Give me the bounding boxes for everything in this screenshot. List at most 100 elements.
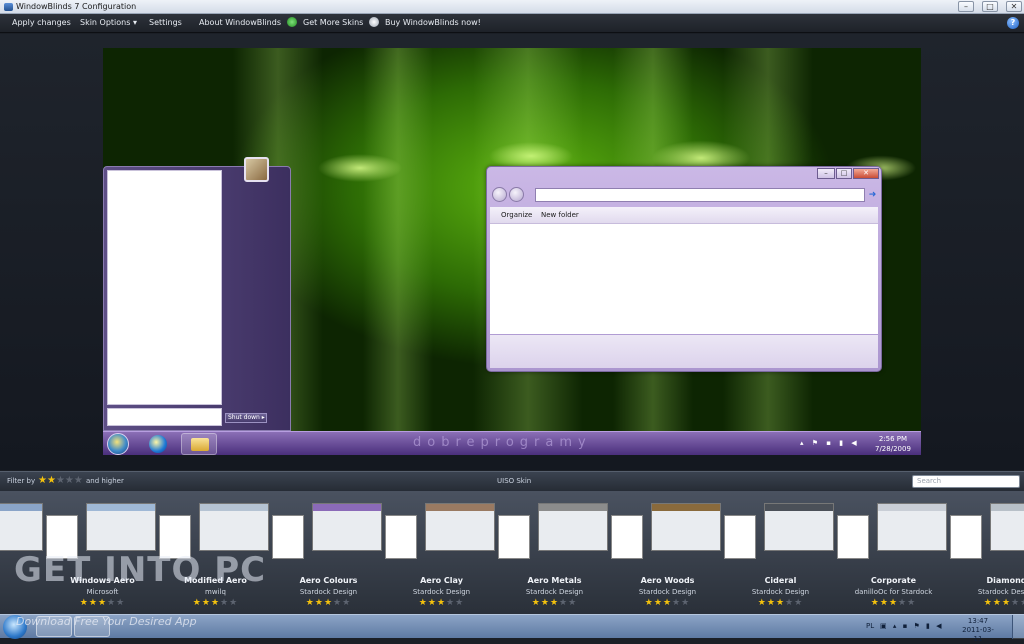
skin-name: Aero Metals bbox=[527, 576, 582, 585]
shutdown-label: Shut down bbox=[228, 414, 260, 421]
preview-maximize-button: □ bbox=[836, 168, 852, 179]
close-button[interactable]: ✕ bbox=[1006, 1, 1022, 12]
explorer-taskbar-button bbox=[181, 433, 217, 455]
skin-card[interactable]: Aero Colours Stardock Design ★★★★★ bbox=[272, 491, 385, 614]
skin-thumbnail-menu bbox=[272, 515, 304, 559]
preview-start-menu: Shut down ▸ bbox=[103, 157, 291, 431]
skin-thumbnail-menu bbox=[950, 515, 982, 559]
star-filled-icon: ★ bbox=[983, 598, 993, 608]
skin-author: Stardock Design bbox=[638, 588, 697, 596]
skin-rating: ★★★★★ bbox=[272, 598, 385, 608]
skin-options-label: Skin Options bbox=[80, 18, 131, 27]
preview-minimize-button: – bbox=[817, 168, 835, 179]
language-indicator[interactable]: PL bbox=[866, 622, 874, 630]
skin-thumbnail-window bbox=[425, 503, 495, 551]
skin-rating: ★★★★★ bbox=[498, 598, 611, 608]
star-empty-icon: ★ bbox=[794, 598, 804, 608]
star-empty-icon: ★ bbox=[220, 598, 230, 608]
settings-menu[interactable]: Settings bbox=[149, 18, 182, 27]
star-empty-icon: ★ bbox=[229, 598, 239, 608]
skin-author: Stardock Design bbox=[977, 588, 1024, 596]
skin-author: Stardock Design bbox=[525, 588, 584, 596]
get-more-skins-button[interactable]: Get More Skins bbox=[303, 18, 363, 27]
back-arrow-icon bbox=[492, 187, 507, 202]
star-empty-icon: ★ bbox=[898, 598, 908, 608]
star-empty-icon: ★ bbox=[568, 598, 578, 608]
help-icon[interactable]: ? bbox=[1007, 17, 1019, 29]
os-clock[interactable]: 13:47 2011-03-11 bbox=[958, 617, 998, 644]
skin-author: Stardock Design bbox=[412, 588, 471, 596]
star-empty-icon: ★ bbox=[1011, 598, 1021, 608]
skin-thumbnail-window bbox=[0, 503, 43, 551]
star-filled-icon: ★ bbox=[418, 598, 428, 608]
skin-thumbnail-titlebar bbox=[765, 504, 833, 511]
star-filled-icon: ★ bbox=[305, 598, 315, 608]
star-filled-icon: ★ bbox=[644, 598, 654, 608]
skin-thumbnail-menu bbox=[498, 515, 530, 559]
skin-thumbnail-window bbox=[538, 503, 608, 551]
buy-button[interactable]: Buy WindowBlinds now! bbox=[385, 18, 481, 27]
skin-thumbnail-titlebar bbox=[652, 504, 720, 511]
skin-thumbnail-window bbox=[651, 503, 721, 551]
skin-card[interactable]: Diamond Stardock Design ★★★★★ bbox=[950, 491, 1024, 614]
apply-changes-button[interactable]: Apply changes bbox=[12, 18, 71, 27]
about-menu[interactable]: About WindowBlinds bbox=[199, 18, 281, 27]
selected-skin-title: UISO Skin bbox=[497, 477, 532, 485]
title-bar: WindowBlinds 7 Configuration – □ ✕ bbox=[0, 0, 1024, 14]
skin-thumbnail-menu bbox=[837, 515, 869, 559]
shutdown-button: Shut down ▸ bbox=[225, 413, 267, 423]
skin-search-input[interactable]: Search bbox=[912, 475, 1020, 488]
skin-card[interactable]: Cideral Stardock Design ★★★★★ bbox=[724, 491, 837, 614]
rating-filter[interactable]: ★★★★★ bbox=[38, 475, 83, 486]
star-filled-icon: ★ bbox=[201, 598, 211, 608]
star-filled-icon: ★ bbox=[323, 598, 334, 608]
preview-explorer-window: – □ ✕ ➜ Organize New folder bbox=[486, 166, 882, 372]
os-tray-icons[interactable]: ▣ ▴ ▪ ⚑ ▮ ◀ bbox=[880, 622, 944, 630]
show-desktop-button[interactable] bbox=[1012, 615, 1024, 639]
skin-thumbnail-titlebar bbox=[539, 504, 607, 511]
folder-icon bbox=[191, 438, 209, 451]
globe-icon bbox=[287, 17, 297, 27]
minimize-button[interactable]: – bbox=[958, 1, 974, 12]
go-arrow-icon: ➜ bbox=[868, 190, 877, 200]
wallpaper-pillar bbox=[363, 48, 433, 455]
star-filled-icon: ★ bbox=[79, 598, 89, 608]
skin-rating: ★★★★★ bbox=[611, 598, 724, 608]
skin-options-menu[interactable]: Skin Options ▾ bbox=[80, 18, 137, 27]
skin-thumbnail-window bbox=[990, 503, 1024, 551]
address-bar bbox=[535, 188, 865, 202]
star-filled-icon: ★ bbox=[992, 598, 1002, 608]
os-date: 2011-03-11 bbox=[962, 626, 994, 643]
star-filled-icon: ★ bbox=[1001, 598, 1012, 608]
star-filled-icon: ★ bbox=[46, 475, 56, 486]
star-empty-icon: ★ bbox=[116, 598, 126, 608]
tray-icons: ▴ ⚑ ▪ ▮ ◀ bbox=[800, 439, 860, 447]
skin-rating: ★★★★★ bbox=[724, 598, 837, 608]
skin-thumbnail-window bbox=[877, 503, 947, 551]
skin-card[interactable]: Aero Woods Stardock Design ★★★★★ bbox=[611, 491, 724, 614]
star-empty-icon: ★ bbox=[672, 598, 682, 608]
skin-card[interactable]: Corporate danilloOc for Stardock ★★★★★ bbox=[837, 491, 950, 614]
window-title: WindowBlinds 7 Configuration bbox=[16, 2, 137, 11]
filter-bar: Filter by ★★★★★ and higher UISO Skin Sea… bbox=[0, 471, 1024, 491]
skin-card[interactable]: Aero Clay Stardock Design ★★★★★ bbox=[385, 491, 498, 614]
star-filled-icon: ★ bbox=[210, 598, 221, 608]
star-filled-icon: ★ bbox=[314, 598, 324, 608]
skin-thumbnail-window bbox=[86, 503, 156, 551]
star-empty-icon: ★ bbox=[342, 598, 352, 608]
watermark-logo: GET INTO PC bbox=[14, 550, 267, 590]
skin-rating: ★★★★★ bbox=[837, 598, 950, 608]
maximize-button[interactable]: □ bbox=[982, 1, 998, 12]
organize-menu: Organize bbox=[501, 211, 533, 219]
filter-suffix: and higher bbox=[86, 477, 124, 485]
skin-card[interactable]: Aero Metals Stardock Design ★★★★★ bbox=[498, 491, 611, 614]
star-filled-icon: ★ bbox=[662, 598, 673, 608]
skin-thumbnail-window bbox=[312, 503, 382, 551]
star-filled-icon: ★ bbox=[88, 598, 98, 608]
app-icon bbox=[4, 3, 13, 11]
filter-label: Filter by bbox=[7, 477, 36, 485]
cart-icon bbox=[369, 17, 379, 27]
star-filled-icon: ★ bbox=[427, 598, 437, 608]
windows-orb-icon bbox=[107, 433, 129, 455]
star-filled-icon: ★ bbox=[97, 598, 108, 608]
